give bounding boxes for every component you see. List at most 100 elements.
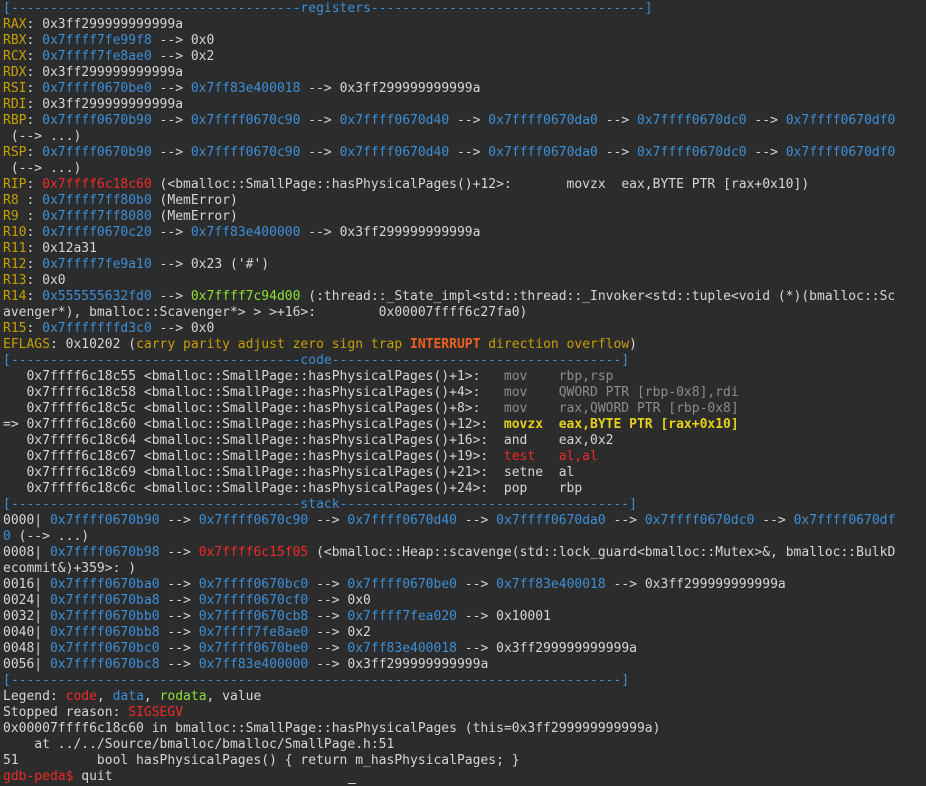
terminal-text-segment: 0x7ffff0670c90 [190,113,301,128]
terminal-text-segment: 0x7ffff0670df0 [785,145,896,160]
terminal-text-segment: --> [597,145,638,160]
terminal-line: [-------------------------------------co… [3,353,926,369]
terminal-output[interactable]: [-------------------------------------re… [0,0,926,786]
terminal-text-segment: --> [308,577,348,592]
terminal-text-segment: , value [206,689,262,704]
terminal-line: (--> ...) [3,129,926,145]
terminal-text-segment: RSP [3,145,27,160]
terminal-text-segment: --> [308,641,348,656]
terminal-line: (--> ...) [3,161,926,177]
terminal-line: 0048| 0x7ffff0670bc0 --> 0x7ffff0670be0 … [3,641,926,657]
terminal-text-segment: 0x7ffff0670cf0 [198,593,309,608]
terminal-text-segment: --> 0x2 [308,625,371,640]
terminal-line: ecommit&)+359>: ) [3,561,926,577]
terminal-text-segment: 0x7ffff0670be0 [347,577,457,592]
terminal-line: 0x7ffff6c18c67 <bmalloc::SmallPage::hasP… [3,449,926,465]
terminal-text-segment: 0x7ffff0670da0 [488,145,598,160]
terminal-text-segment: 0x7ffff6c18c69 <bmalloc::SmallPage::hasP… [3,465,575,480]
terminal-text-segment: 0x7ffff0670be0 [198,641,309,656]
terminal-text-segment: 0x7ffff0670bb8 [49,625,160,640]
terminal-line: R10: 0x7ffff0670c20 --> 0x7ff83e400000 -… [3,225,926,241]
terminal-text-segment: 0x7ffff0670df [793,513,896,528]
terminal-text-segment: --> [159,609,199,624]
terminal-line: 0 (--> ...) [3,529,926,545]
terminal-text-segment: avenger*), bmalloc::Scavenger*> > >+16>:… [3,305,528,320]
terminal-line: 0x7ffff6c18c55 <bmalloc::SmallPage::hasP… [3,369,926,385]
terminal-text-segment: 0x7ffff0670cb8 [198,609,309,624]
terminal-line: 0000| 0x7ffff0670b90 --> 0x7ffff0670c90 … [3,513,926,529]
terminal-text-segment: --> [159,513,199,528]
terminal-line: 0040| 0x7ffff0670bb8 --> 0x7ffff7fe8ae0 … [3,625,926,641]
terminal-line: RDI: 0x3ff299999999999a [3,97,926,113]
terminal-text-segment: 0x7ffff0670d40 [339,113,450,128]
terminal-text-segment: 0x7ffff7fea020 [347,609,457,624]
terminal-text-segment: mov QWORD PTR [rbp-0x8],rdi [503,385,739,400]
terminal-text-segment: 0x7ffff6c15f05 [198,545,309,560]
terminal-text-segment: --> [159,641,199,656]
terminal-text-segment: 51 bool hasPhysicalPages() { return m_ha… [3,753,520,768]
terminal-text-segment: : 0x3ff299999999999a [26,17,184,32]
terminal-line: R9 : 0x7ffff7ff8080 (MemError) [3,209,926,225]
terminal-text-segment: 0x7ffff0670b90 [49,513,160,528]
terminal-text-segment: : [26,81,43,96]
terminal-text-segment: 0x555555632fd0 [42,289,152,304]
terminal-text-segment: R8 [3,193,27,208]
terminal-text-segment: 0x7ffff6c18c60 [42,177,152,192]
terminal-text-segment: INTERRUPT [410,337,481,352]
terminal-text-segment: 0x7ffff6c18c67 <bmalloc::SmallPage::hasP… [3,449,504,464]
terminal-text-segment: R12 [3,257,27,272]
terminal-line: Stopped reason: SIGSEGV [3,705,926,721]
terminal-text-segment: 0x7ffff0670bc8 [49,657,160,672]
terminal-text-segment: --> [456,577,497,592]
terminal-text-segment: --> [159,593,199,608]
terminal-text-segment: 0x7ffff0670d40 [347,513,457,528]
terminal-text-segment: --> [151,113,191,128]
terminal-text-segment: --> [300,113,340,128]
terminal-text-segment: 0x7ffff0670d40 [339,145,450,160]
terminal-line: R13: 0x0 [3,273,926,289]
terminal-text-segment: RDX [3,65,27,80]
terminal-line: 0x7ffff6c18c5c <bmalloc::SmallPage::hasP… [3,401,926,417]
terminal-line: 0008| 0x7ffff0670b98 --> 0x7ffff6c15f05 … [3,545,926,561]
terminal-line: R15: 0x7fffffffd3c0 --> 0x0 [3,321,926,337]
terminal-text-segment: 0024| [3,593,50,608]
terminal-text-segment: R15 [3,321,27,336]
terminal-text-segment: (:thread::_State_impl<std::thread::_Invo… [300,289,896,304]
terminal-line: 0024| 0x7ffff0670ba8 --> 0x7ffff0670cf0 … [3,593,926,609]
terminal-text-segment: 0x7ffff0670c20 [42,225,152,240]
terminal-text-segment: SIGSEGV [128,705,184,720]
terminal-line: 0x7ffff6c18c58 <bmalloc::SmallPage::hasP… [3,385,926,401]
terminal-text-segment: 0x7fffffffd3c0 [42,321,152,336]
terminal-text-segment: --> [151,289,191,304]
terminal-text-segment: --> [159,657,199,672]
terminal-text-segment: R11 [3,241,27,256]
terminal-text-segment: (--> ...) [3,129,82,144]
terminal-line: RIP: 0x7ffff6c18c60 (<bmalloc::SmallPage… [3,177,926,193]
terminal-text-segment: RBX [3,33,27,48]
terminal-line: 0056| 0x7ffff0670bc8 --> 0x7ff83e400000 … [3,657,926,673]
terminal-text-segment: 0x7ffff6c18c55 <bmalloc::SmallPage::hasP… [3,369,504,384]
terminal-line: RCX: 0x7ffff7fe8ae0 --> 0x2 [3,49,926,65]
terminal-text-segment: 0x7ff83e400000 [198,657,309,672]
terminal-text-segment: --> 0x3ff299999999999a [300,81,481,96]
terminal-text-segment: : 0x0 [26,273,66,288]
terminal-text-segment: --> 0x3ff299999999999a [308,657,489,672]
terminal-text-segment: : [26,145,43,160]
terminal-line: 51 bool hasPhysicalPages() { return m_ha… [3,753,926,769]
terminal-text-segment: 0x7ffff6c18c6c <bmalloc::SmallPage::hasP… [3,481,583,496]
terminal-text-segment: --> [308,513,348,528]
terminal-line: RDX: 0x3ff299999999999a [3,65,926,81]
terminal-text-segment: data [112,689,144,704]
terminal-text-segment: --> [746,145,786,160]
terminal-text-segment: carry parity adjust zero sign trap [136,337,410,352]
terminal-text-segment: 0x7ffff0670bc0 [198,577,309,592]
terminal-text-segment: ecommit&)+359>: ) [3,561,137,576]
terminal-text-segment: 0x7ffff0670da0 [488,113,598,128]
terminal-text-segment: (MemError) [151,193,238,208]
terminal-text-segment: 0x7ffff0670dc0 [644,513,755,528]
terminal-text-segment: 0000| [3,513,50,528]
terminal-text-segment: --> [151,145,191,160]
terminal-line: EFLAGS: 0x10202 (carry parity adjust zer… [3,337,926,353]
terminal-text-segment: --> 0x0 [151,33,215,48]
terminal-text-segment: 0x7ffff0670be0 [42,81,152,96]
